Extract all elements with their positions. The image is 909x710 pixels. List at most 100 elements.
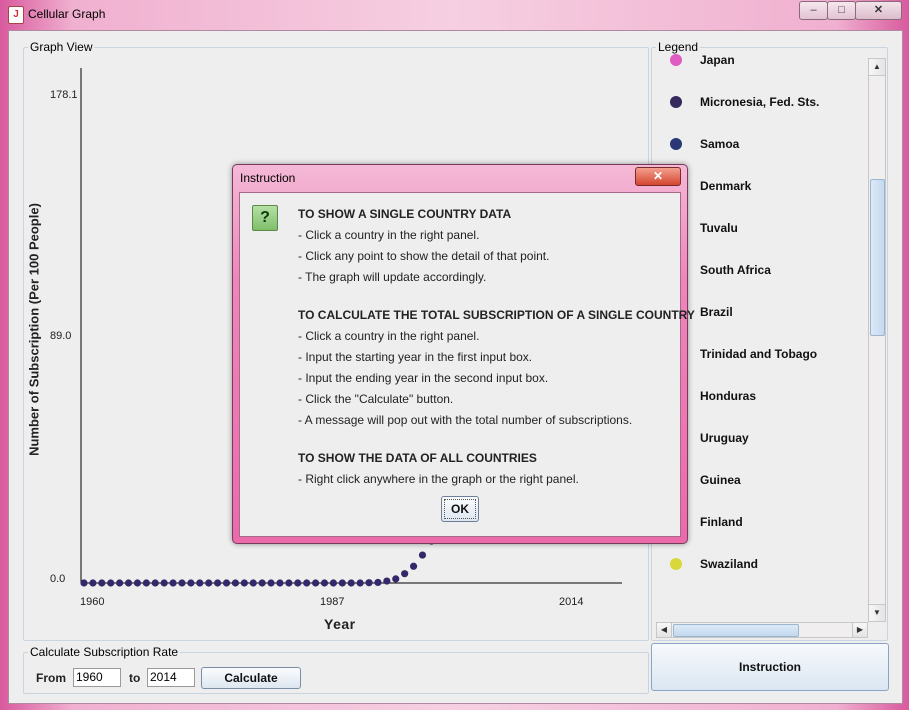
legend-label: Finland	[700, 515, 743, 529]
data-point[interactable]	[329, 579, 338, 587]
data-point[interactable]	[365, 579, 373, 587]
dialog-title: Instruction	[240, 171, 296, 185]
y-tick-label: 178.1	[50, 89, 78, 101]
data-point[interactable]	[356, 579, 364, 587]
data-point[interactable]	[240, 579, 248, 587]
data-point[interactable]	[98, 579, 106, 587]
instruction-line: - The graph will update accordingly.	[298, 270, 487, 284]
data-point[interactable]	[392, 575, 400, 583]
java-icon: J	[8, 6, 24, 24]
instruction-line: - Input the ending year in the second in…	[298, 371, 549, 385]
to-label: to	[129, 671, 141, 685]
data-point[interactable]	[267, 579, 275, 587]
data-point[interactable]	[347, 579, 355, 587]
x-tick-label: 1987	[320, 596, 345, 608]
x-tick-label: 2014	[559, 596, 584, 608]
instruction-button[interactable]: Instruction	[651, 643, 889, 691]
instruction-line: - Right click anywhere in the graph or t…	[298, 472, 579, 486]
instruction-line: - Input the starting year in the first i…	[298, 350, 533, 364]
data-point[interactable]	[383, 577, 391, 585]
data-point[interactable]	[409, 562, 418, 570]
from-year-input[interactable]: 1960	[73, 668, 121, 687]
data-point[interactable]	[124, 579, 133, 587]
data-point[interactable]	[151, 579, 159, 587]
data-point[interactable]	[311, 579, 320, 587]
y-tick-label: 89.0	[50, 330, 72, 342]
legend-label: Micronesia, Fed. Sts.	[700, 95, 820, 109]
legend-label: Uruguay	[700, 431, 749, 445]
scroll-down-arrow-icon[interactable]: ▼	[869, 604, 885, 621]
from-label: From	[36, 671, 66, 685]
data-point[interactable]	[107, 579, 115, 587]
dialog-close-button[interactable]: ✕	[635, 167, 681, 186]
instruction-line: - Click the "Calculate" button.	[298, 392, 454, 406]
data-point[interactable]	[160, 579, 168, 587]
question-icon: ?	[252, 205, 278, 231]
data-point[interactable]	[401, 570, 409, 578]
minimize-button[interactable]: –	[799, 1, 828, 20]
calculate-title: Calculate Subscription Rate	[28, 645, 181, 659]
title-bar: J Cellular Graph – □ ✕	[0, 0, 909, 28]
data-point[interactable]	[258, 579, 266, 587]
data-point[interactable]	[320, 579, 329, 587]
instruction-heading: TO SHOW A SINGLE COUNTRY DATA	[298, 207, 512, 221]
data-point[interactable]	[222, 579, 231, 587]
data-point[interactable]	[187, 579, 195, 587]
data-point[interactable]	[205, 579, 213, 587]
data-point[interactable]	[116, 579, 124, 587]
instruction-dialog: Instruction ✕ ? TO SHOW A SINGLE COUNTRY…	[232, 164, 695, 544]
legend-vertical-scrollbar[interactable]: ▲ ▼	[868, 58, 886, 622]
data-point[interactable]	[178, 579, 186, 587]
dialog-body: ? TO SHOW A SINGLE COUNTRY DATA - Click a…	[239, 192, 695, 537]
legend-color-dot	[670, 54, 682, 66]
data-point[interactable]	[276, 579, 284, 587]
instruction-line: - Click a country in the right panel.	[298, 329, 480, 343]
data-point[interactable]	[142, 579, 150, 587]
y-tick-label: 0.0	[50, 573, 66, 585]
legend-label: Japan	[700, 53, 735, 67]
maximize-button[interactable]: □	[827, 1, 856, 20]
data-point[interactable]	[80, 579, 88, 587]
data-point[interactable]	[338, 579, 346, 587]
legend-horizontal-scrollbar[interactable]: ◀ ▶	[656, 622, 868, 638]
horizontal-scroll-thumb[interactable]	[673, 624, 799, 637]
legend-label: Tuvalu	[700, 221, 738, 235]
data-point[interactable]	[196, 579, 204, 587]
legend-label: Trinidad and Tobago	[700, 347, 818, 361]
legend-item[interactable]: Swaziland	[656, 554, 866, 574]
legend-item[interactable]: Micronesia, Fed. Sts.	[656, 92, 866, 112]
data-point[interactable]	[418, 551, 427, 559]
x-axis-title: Year	[324, 616, 356, 632]
legend-item[interactable]: Japan	[656, 50, 866, 70]
to-year-input[interactable]: 2014	[147, 668, 195, 687]
data-point[interactable]	[89, 579, 97, 587]
scroll-left-arrow-icon[interactable]: ◀	[657, 623, 672, 637]
instruction-line: - A message will pop out with the total …	[298, 413, 633, 427]
data-point[interactable]	[133, 579, 142, 587]
data-point[interactable]	[294, 579, 302, 587]
data-point[interactable]	[249, 579, 257, 587]
data-point[interactable]	[231, 579, 240, 587]
legend-label: Honduras	[700, 389, 757, 403]
data-point[interactable]	[214, 579, 222, 587]
legend-color-dot	[670, 558, 682, 570]
scroll-right-arrow-icon[interactable]: ▶	[852, 623, 867, 637]
legend-item[interactable]: Samoa	[656, 134, 866, 154]
vertical-scroll-thumb[interactable]	[870, 179, 885, 336]
data-point[interactable]	[169, 579, 177, 587]
legend-label: Brazil	[700, 305, 733, 319]
instruction-line: - Click any point to show the detail of …	[298, 249, 550, 263]
ok-button[interactable]: OK	[441, 496, 479, 522]
data-point[interactable]	[285, 579, 293, 587]
data-point[interactable]	[374, 578, 382, 587]
legend-label: Swaziland	[700, 557, 759, 571]
scroll-up-arrow-icon[interactable]: ▲	[869, 59, 885, 76]
x-tick-label: 1960	[80, 596, 105, 608]
legend-color-dot	[670, 96, 682, 108]
calculate-button[interactable]: Calculate	[201, 667, 301, 689]
close-button[interactable]: ✕	[855, 1, 902, 20]
ok-label: OK	[444, 499, 476, 519]
data-point[interactable]	[303, 579, 311, 587]
legend-label: Denmark	[700, 179, 752, 193]
instruction-heading: TO CALCULATE THE TOTAL SUBSCRIPTION OF A…	[298, 308, 695, 322]
